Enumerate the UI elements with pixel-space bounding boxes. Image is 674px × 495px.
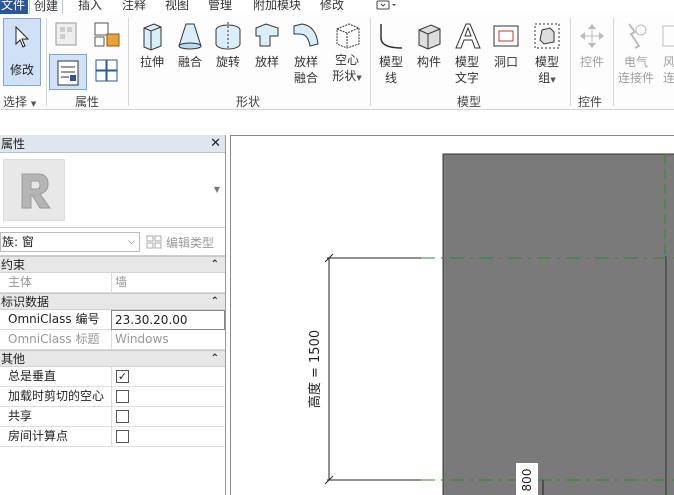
tab-dropdown-icon [376, 0, 396, 10]
type-dropdown-icon[interactable]: ▼ [214, 185, 220, 194]
ribbon-gap [0, 110, 674, 135]
cut-with-voids-checkbox[interactable] [116, 390, 129, 403]
swept-blend-icon [293, 23, 319, 47]
property-row-omniclass-number: OmniClass 编号 23.30.20.00 [0, 310, 225, 330]
family-selector[interactable]: 族: 窗 ⌵ [0, 232, 140, 252]
properties-panel: 属性 ✕ ▼ 族: 窗 ⌵ 编辑类型 约束 ⌃ 主体 墙 标识数据 ⌃ OmniCl… [0, 135, 226, 495]
properties-group-label: 属性 [75, 95, 100, 109]
collapse-icon[interactable]: ⌃ [211, 351, 219, 367]
model-line-button[interactable]: 模型 线 [373, 20, 409, 86]
property-row-room-calculation-point: 房间计算点 [0, 427, 225, 447]
control-button[interactable]: 控件 [574, 20, 610, 70]
revit-r-icon [21, 173, 51, 209]
revolve-icon [215, 22, 241, 50]
control-group-label: 控件 [578, 95, 603, 109]
void-cube-icon [336, 23, 360, 49]
model-group-icon [534, 23, 560, 49]
electrical-connector-button[interactable]: 电气 连接件 [616, 20, 656, 86]
section-other[interactable]: 其他 ⌃ [0, 350, 225, 367]
omniclass-number-field[interactable]: 23.30.20.00 [111, 310, 225, 330]
model-group-label: 模型 [457, 95, 482, 109]
chevron-down-icon: ⌵ [128, 237, 135, 247]
tab-create[interactable]: 创建 [29, 0, 64, 14]
wall-section [442, 153, 674, 495]
bottom-dimension-label[interactable]: 800 [520, 469, 534, 492]
separator [370, 18, 371, 106]
family-row: 族: 窗 ⌵ 编辑类型 [0, 228, 225, 256]
family-category-button[interactable] [51, 20, 83, 50]
cursor-arrow-icon [15, 25, 30, 48]
height-dimension-label[interactable]: 高度 = 1500 [307, 330, 323, 408]
model-line-icon [380, 24, 403, 49]
tab-modify[interactable]: 修改 [320, 0, 344, 14]
contextual-tab-dropdown[interactable] [376, 0, 398, 15]
tab-annotate[interactable]: 注释 [122, 0, 146, 14]
duct-connector-icon [662, 25, 674, 47]
modify-label: 修改 [9, 63, 34, 77]
close-icon[interactable]: ✕ [210, 135, 221, 153]
type-selector[interactable]: ▼ [0, 153, 225, 228]
revolve-button[interactable]: 旋转 [210, 20, 246, 70]
drawing-canvas[interactable]: 高度 = 1500 800 [230, 135, 674, 495]
canvas-drawing: 高度 = 1500 800 [307, 153, 674, 495]
separator [613, 18, 614, 106]
edit-type-icon [146, 235, 162, 249]
parameters-grid-icon [95, 59, 118, 82]
model-text-icon [455, 23, 481, 49]
edit-type-button[interactable]: 编辑类型 [146, 234, 214, 251]
tab-view[interactable]: 视图 [165, 0, 189, 14]
properties-title-bar: 属性 ✕ [0, 135, 225, 153]
blend-button[interactable]: 融合 [172, 20, 208, 70]
family-types-icon [94, 22, 120, 47]
select-group-label[interactable]: 选择 ▼ [3, 93, 36, 110]
extrusion-button[interactable]: 拉伸 [134, 20, 170, 70]
section-constraints[interactable]: 约束 ⌃ [0, 256, 225, 273]
properties-title: 属性 [1, 137, 26, 151]
family-types-button[interactable] [91, 20, 123, 50]
room-calculation-checkbox[interactable] [116, 430, 129, 443]
properties-button[interactable] [49, 54, 87, 90]
property-row-omniclass-title: OmniClass 标题 Windows [0, 330, 225, 350]
always-vertical-checkbox[interactable]: ✓ [116, 370, 129, 383]
sweep-icon [255, 23, 279, 47]
opening-icon [493, 25, 519, 47]
family-parameters-button[interactable] [91, 56, 123, 86]
family-category-icon [55, 22, 77, 46]
separator [46, 18, 47, 106]
blend-icon [178, 23, 202, 50]
component-icon [418, 24, 441, 50]
void-forms-button[interactable]: 空心 形状▼ [328, 20, 366, 86]
separator [128, 18, 129, 106]
tab-addins[interactable]: 附加模块 [253, 0, 301, 14]
model-text-button[interactable]: 模型 文字 [449, 20, 485, 86]
property-row-host: 主体 墙 [0, 273, 225, 293]
tab-file[interactable]: 文件 [0, 0, 29, 14]
extrusion-icon [143, 23, 162, 51]
opening-button[interactable]: 洞口 [488, 20, 524, 70]
revit-logo-thumbnail [3, 159, 65, 221]
ribbon: 修改 选择 ▼ 属性 拉伸 融合 旋转 放样 放样 融合 空心 形状▼ 形状 模… [0, 14, 674, 110]
modify-button[interactable]: 修改 [3, 18, 41, 86]
property-row-cut-with-voids: 加载时剪切的空心 [0, 387, 225, 407]
separator [570, 18, 571, 106]
property-row-shared: 共享 [0, 407, 225, 427]
menu-bar: 文件 创建 插入 注释 视图 管理 附加模块 修改 [0, 0, 674, 14]
collapse-icon[interactable]: ⌃ [211, 294, 219, 310]
collapse-icon[interactable]: ⌃ [211, 257, 219, 273]
duct-connector-button[interactable]: 风 连 [659, 20, 674, 86]
control-arrows-icon [580, 24, 604, 48]
shared-checkbox[interactable] [116, 410, 129, 423]
model-group-button[interactable]: 模型 组▼ [528, 20, 566, 88]
electrical-connector-icon [628, 23, 647, 49]
tab-manage[interactable]: 管理 [208, 0, 232, 14]
sweep-button[interactable]: 放样 [249, 20, 285, 70]
property-row-always-vertical: 总是垂直 ✓ [0, 367, 225, 387]
forms-group-label: 形状 [236, 95, 261, 109]
section-identity-data[interactable]: 标识数据 ⌃ [0, 293, 225, 310]
tab-insert[interactable]: 插入 [78, 0, 102, 14]
component-button[interactable]: 构件 [411, 20, 447, 70]
swept-blend-button[interactable]: 放样 融合 [288, 20, 324, 86]
properties-icon [57, 60, 79, 86]
